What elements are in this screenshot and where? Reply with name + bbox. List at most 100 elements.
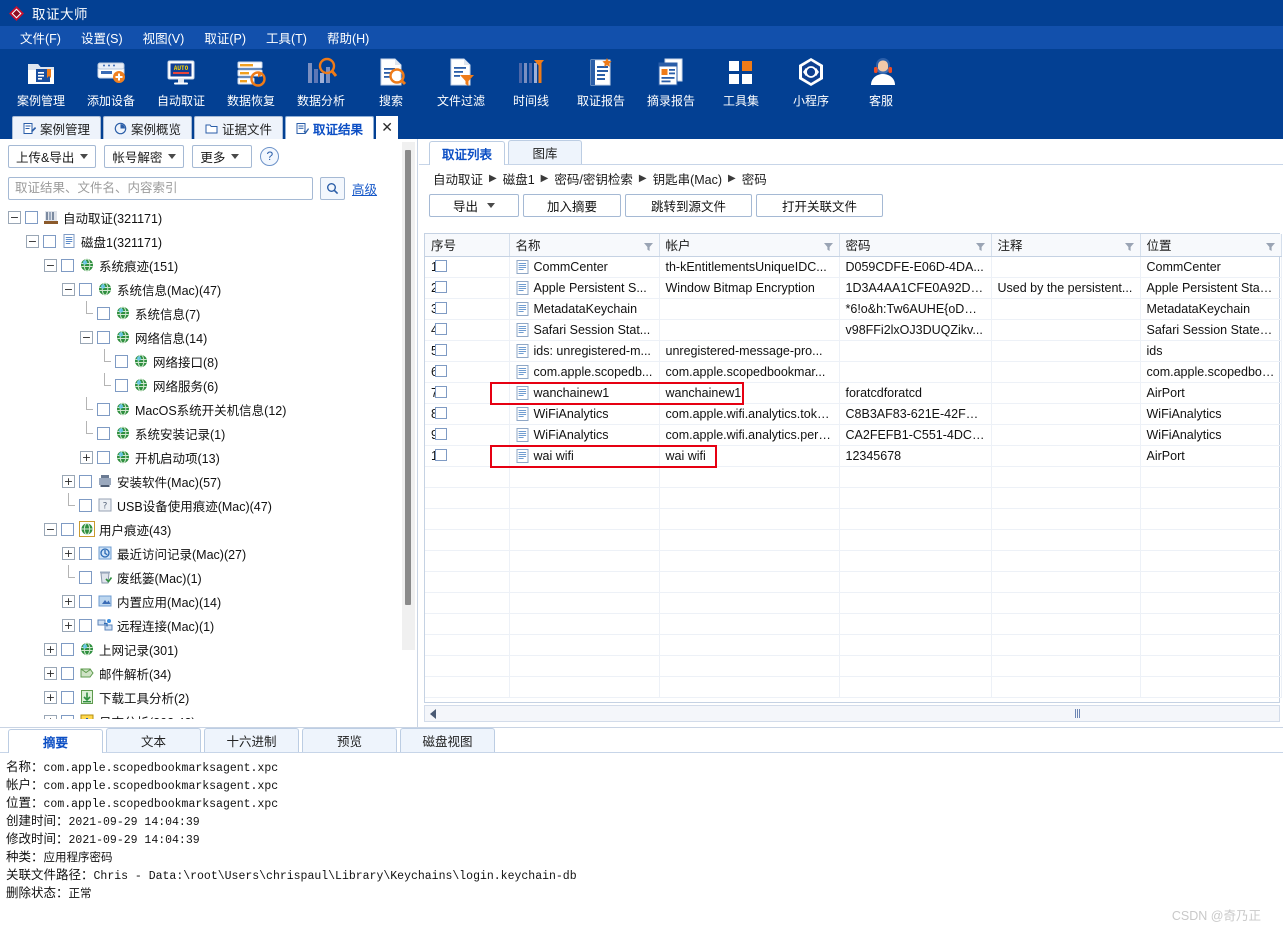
row-checkbox[interactable] xyxy=(435,343,447,356)
tree-node-checkbox[interactable] xyxy=(61,714,74,719)
row-checkbox[interactable] xyxy=(435,448,447,461)
row-checkbox[interactable] xyxy=(435,364,447,377)
tree-node-checkbox[interactable] xyxy=(79,594,92,608)
table-column-header[interactable]: 密码 xyxy=(839,234,992,257)
tree-expander-minus-icon[interactable]: − xyxy=(26,234,39,248)
upload-export-dropdown[interactable]: 上传&导出 xyxy=(8,144,97,168)
tree-expander-plus-icon[interactable]: + xyxy=(62,546,75,560)
more-dropdown[interactable]: 更多 xyxy=(192,144,253,168)
evidence-tree[interactable]: − 自动取证(321171) − 磁盘1(321171) − 系统痕迹(151) − 系统信息… xyxy=(0,205,403,719)
tree-node-checkbox[interactable] xyxy=(61,522,74,536)
tree-expander-plus-icon[interactable]: + xyxy=(44,642,57,656)
row-checkbox[interactable] xyxy=(435,406,447,419)
table-row[interactable]: 7wanchainew1wanchainew1foratcdforatcdAir… xyxy=(425,382,1282,404)
row-checkbox[interactable] xyxy=(435,427,447,440)
detail-tab-text[interactable]: 文本 xyxy=(106,728,201,752)
tree-expander-plus-icon[interactable]: + xyxy=(80,450,93,464)
table-row[interactable]: 9 WiFiAnalytics com.apple.wifi.analytics.p… xyxy=(425,424,1282,446)
tree-node-checkbox[interactable] xyxy=(61,258,74,272)
table-column-header[interactable]: 帐户 xyxy=(659,234,840,257)
tree-node-checkbox[interactable] xyxy=(79,570,92,584)
tab-forensics-result[interactable]: 取证结果 xyxy=(285,116,375,139)
tree-node[interactable]: − 自动取证(321171) xyxy=(0,205,403,229)
detail-tab-summary[interactable]: 摘要 xyxy=(8,729,103,753)
filter-icon[interactable] xyxy=(1265,240,1275,251)
row-checkbox[interactable] xyxy=(435,301,447,314)
tree-expander-minus-icon[interactable]: − xyxy=(80,330,93,344)
tree-node[interactable]: MacOS系统开关机信息(12) xyxy=(0,396,403,421)
tree-node-checkbox[interactable] xyxy=(79,618,92,632)
toolbar-auto-forensics[interactable]: AUTO 自动取证 xyxy=(146,52,216,109)
tree-node-checkbox[interactable] xyxy=(61,690,74,704)
tree-node-checkbox[interactable] xyxy=(97,402,110,416)
tree-node-checkbox[interactable] xyxy=(61,666,74,680)
tree-vertical-scrollbar[interactable] xyxy=(402,142,415,650)
table-column-header[interactable]: 名称 xyxy=(509,234,660,257)
tree-node[interactable]: − 系统信息(Mac)(47) xyxy=(0,277,403,301)
tree-node-checkbox[interactable] xyxy=(97,306,110,320)
table-row[interactable]: 6 com.apple.scopedb... com.apple.scopedboo… xyxy=(425,361,1282,383)
toolbar-add-device[interactable]: 添加设备 xyxy=(76,52,146,109)
table-row[interactable]: 1 CommCenter th-kEntitlementsUniqueIDC...D… xyxy=(425,256,1282,278)
tree-node-checkbox[interactable] xyxy=(115,378,128,392)
table-row[interactable]: 2 Apple Persistent S... Window Bitmap Encr… xyxy=(425,277,1282,299)
toolbar-toolset[interactable]: 工具集 xyxy=(706,52,776,109)
detail-tab-preview[interactable]: 预览 xyxy=(302,728,397,752)
tree-scroll-thumb[interactable] xyxy=(405,150,411,605)
tree-node[interactable]: 网络接口(8) xyxy=(0,348,403,373)
toolbar-extract-report[interactable]: 摘录报告 xyxy=(636,52,706,109)
tree-node-checkbox[interactable] xyxy=(61,642,74,656)
toolbar-case-management[interactable]: 案例管理 xyxy=(6,52,76,109)
tree-node-checkbox[interactable] xyxy=(97,450,110,464)
toolbar-search[interactable]: 搜索 xyxy=(356,52,426,109)
tree-expander-minus-icon[interactable]: − xyxy=(44,258,57,272)
menu-forensics[interactable]: 取证(P) xyxy=(194,26,256,49)
table-row[interactable]: 4 Safari Session Stat... v98FFi2lxOJ3DUQZi… xyxy=(425,319,1282,341)
breadcrumb-item-3[interactable]: 钥匙串(Mac) xyxy=(653,169,722,188)
breadcrumb-item-2[interactable]: 密码/密钥检索 xyxy=(554,169,632,188)
tab-close-button[interactable]: ✕ xyxy=(376,116,399,139)
tree-node-checkbox[interactable] xyxy=(79,546,92,560)
breadcrumb-item-0[interactable]: 自动取证 xyxy=(433,169,483,188)
search-input[interactable] xyxy=(8,176,313,200)
menu-view[interactable]: 视图(V) xyxy=(133,26,195,49)
tree-node[interactable]: 系统安装记录(1) xyxy=(0,420,403,445)
tree-node-checkbox[interactable] xyxy=(97,426,110,440)
menu-help[interactable]: 帮助(H) xyxy=(317,26,379,49)
jump-to-source-button[interactable]: 跳转到源文件 xyxy=(625,193,752,217)
table-row[interactable]: 5 ids: unregistered-m... unregistered-mess… xyxy=(425,340,1282,362)
toolbar-data-recovery[interactable]: 数据恢复 xyxy=(216,52,286,109)
menu-file[interactable]: 文件(F) xyxy=(10,26,71,49)
subtab-gallery[interactable]: 图库 xyxy=(508,140,583,164)
scroll-left-arrow-icon[interactable] xyxy=(426,707,441,720)
tree-expander-plus-icon[interactable]: + xyxy=(62,594,75,608)
table-horizontal-scrollbar[interactable] xyxy=(424,705,1280,722)
toolbar-data-analysis[interactable]: 数据分析 xyxy=(286,52,356,109)
tree-expander-plus-icon[interactable]: + xyxy=(62,474,75,488)
toolbar-timeline[interactable]: 时间线 xyxy=(496,52,566,109)
menu-settings[interactable]: 设置(S) xyxy=(71,26,133,49)
row-checkbox[interactable] xyxy=(435,259,447,272)
tree-node-checkbox[interactable] xyxy=(97,330,110,344)
tree-node[interactable]: − 网络信息(14) xyxy=(0,325,403,349)
table-row[interactable]: 3 MetadataKeychain *6!o&h:Tw6AUHE{oDV{G Met… xyxy=(425,298,1282,320)
tree-node[interactable]: + 邮件解析(34) xyxy=(0,661,403,685)
filter-icon[interactable] xyxy=(643,240,653,251)
toolbar-customer-service[interactable]: 客服 xyxy=(846,52,916,109)
table-body[interactable]: 1 CommCenter th-kEntitlementsUniqueIDC...D… xyxy=(425,256,1282,698)
tree-node[interactable]: + 最近访问记录(Mac)(27) xyxy=(0,541,403,565)
help-button[interactable]: ? xyxy=(260,146,280,166)
tree-node-checkbox[interactable] xyxy=(43,234,56,248)
tab-case-management[interactable]: 案例管理 xyxy=(12,116,102,139)
tree-expander-minus-icon[interactable]: − xyxy=(62,282,75,296)
tree-node[interactable]: + 日志分析(202:42) xyxy=(0,709,403,719)
tree-node-checkbox[interactable] xyxy=(115,354,128,368)
toolbar-miniapp[interactable]: 小程序 xyxy=(776,52,846,109)
toolbar-file-filter[interactable]: 文件过滤 xyxy=(426,52,496,109)
tree-node[interactable]: − 系统痕迹(151) xyxy=(0,253,403,277)
tree-expander-minus-icon[interactable]: − xyxy=(8,210,21,224)
tree-expander-plus-icon[interactable]: + xyxy=(44,666,57,680)
detail-tab-diskview[interactable]: 磁盘视图 xyxy=(400,728,495,752)
row-checkbox[interactable] xyxy=(435,280,447,293)
breadcrumb-item-4[interactable]: 密码 xyxy=(742,169,767,188)
